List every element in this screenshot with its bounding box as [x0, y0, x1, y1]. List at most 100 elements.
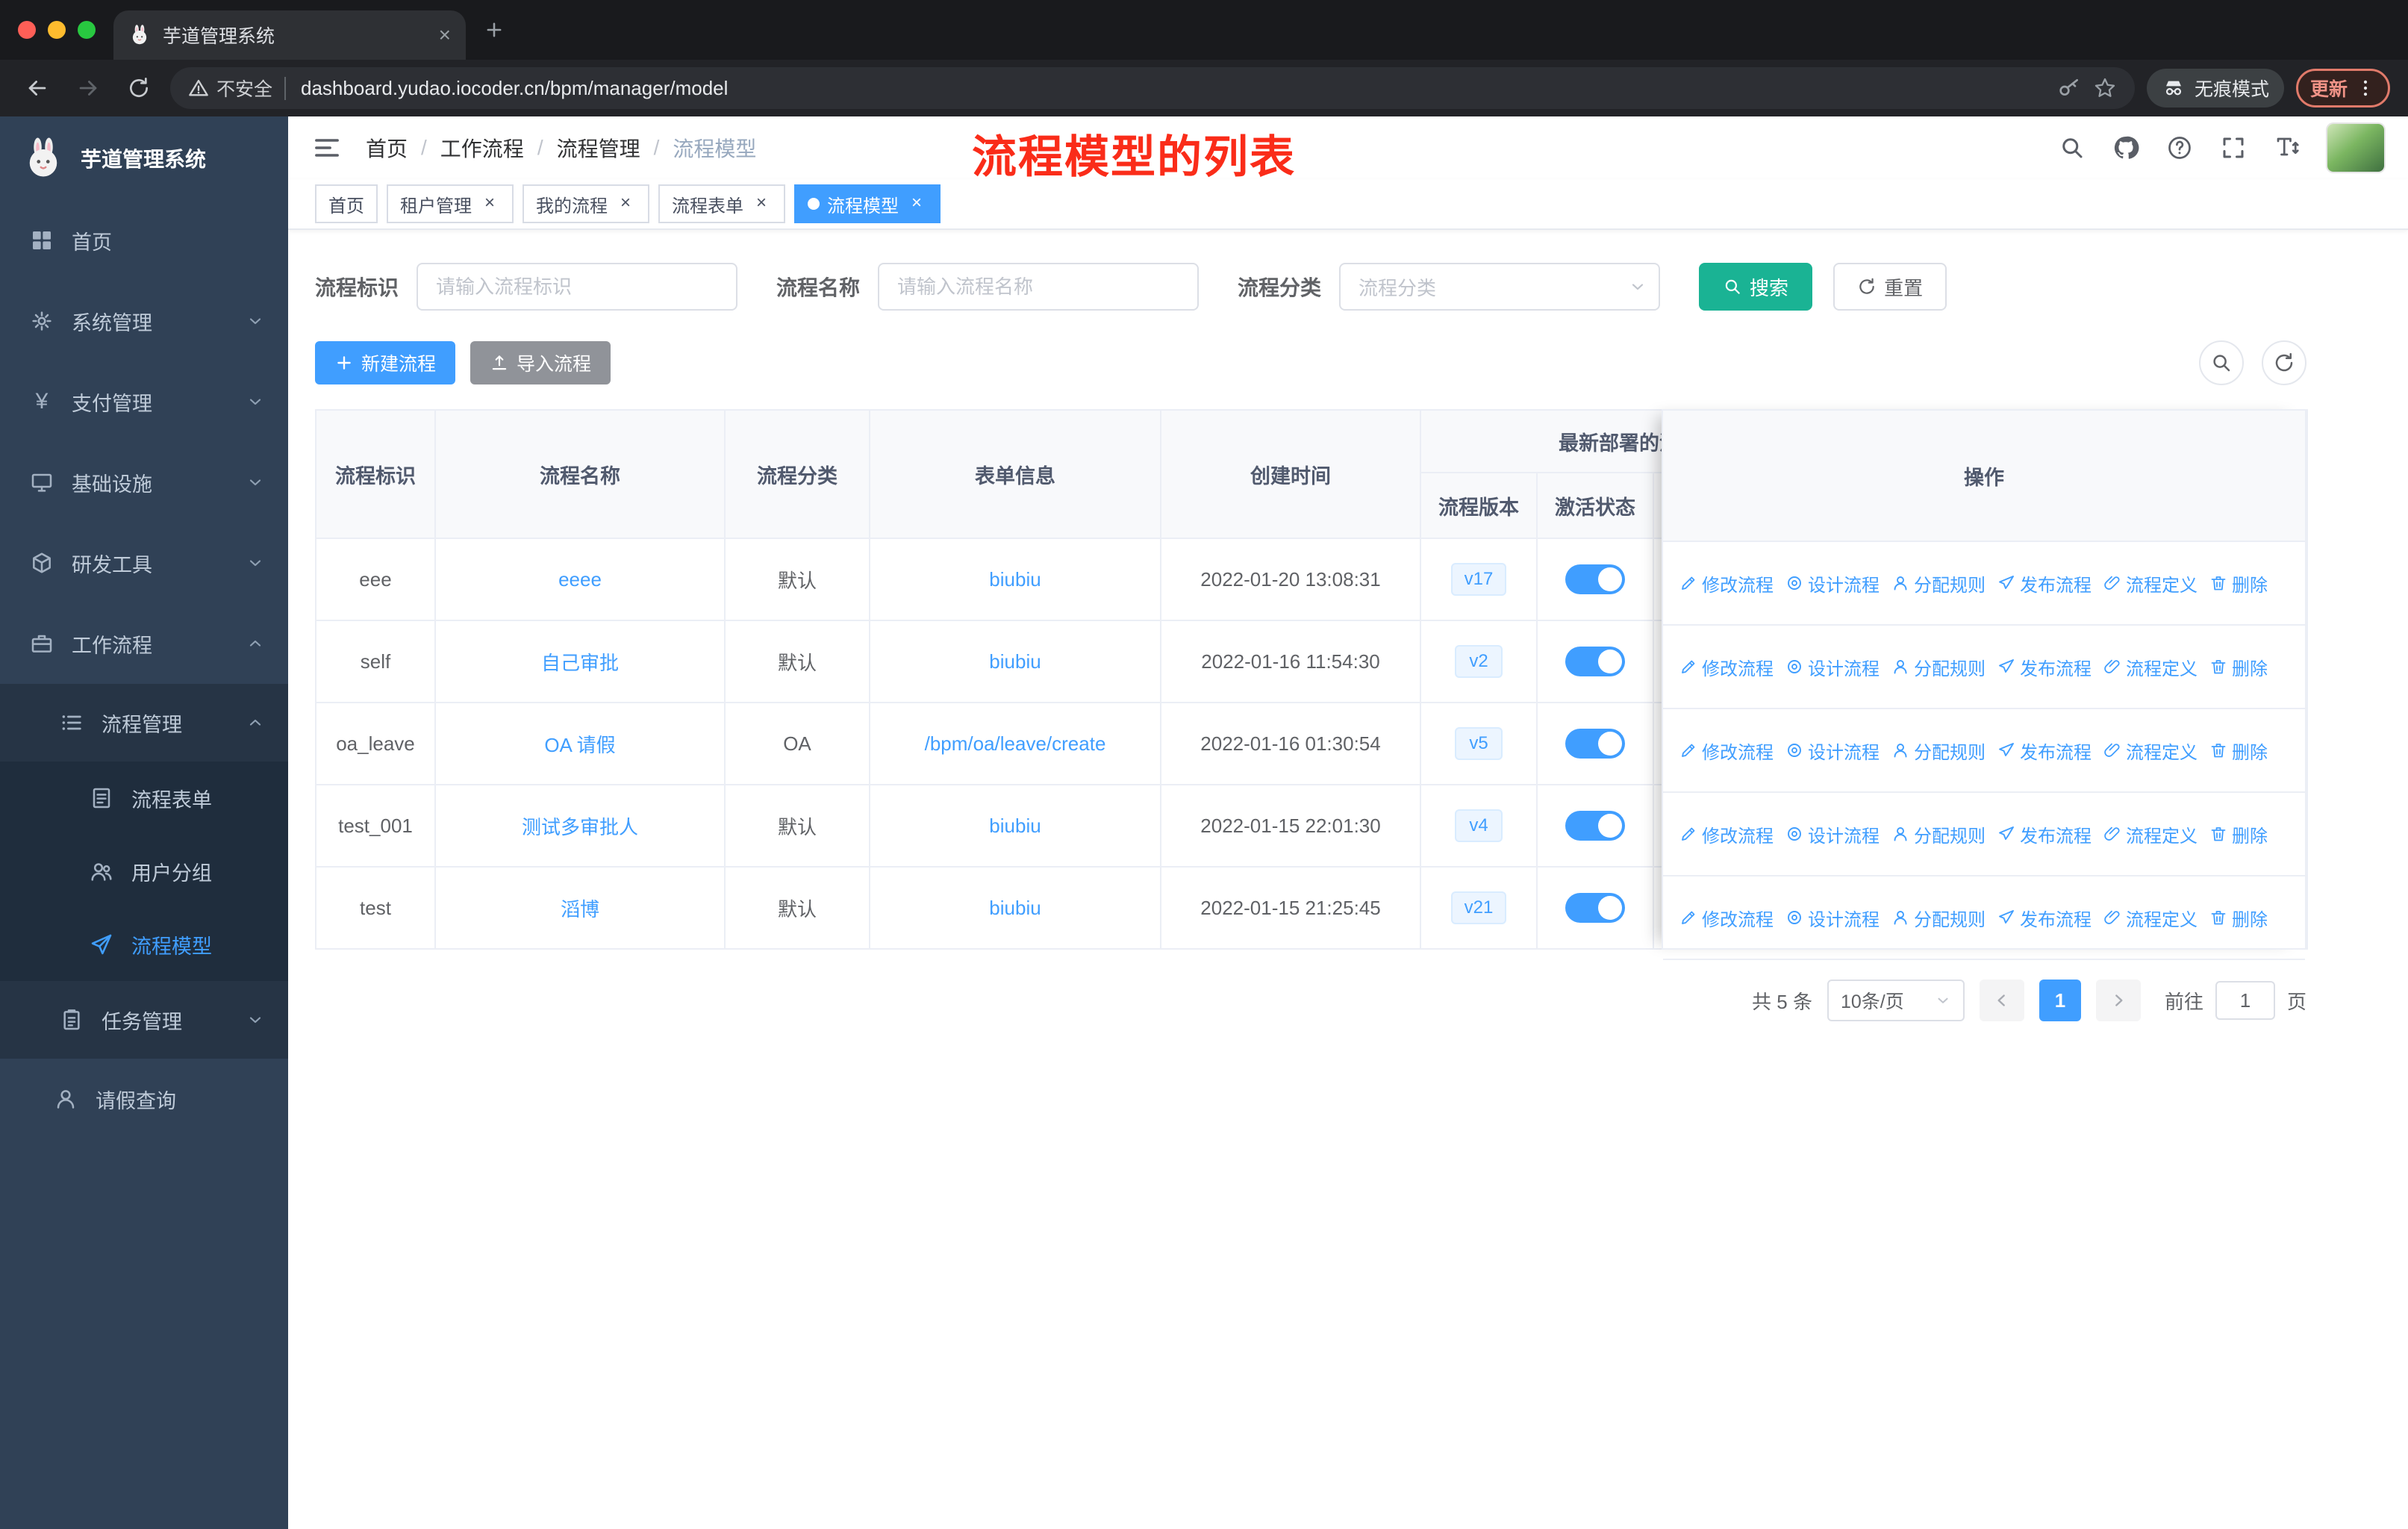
close-icon[interactable]: × [479, 193, 500, 214]
font-size-icon[interactable] [2274, 134, 2301, 161]
user-avatar[interactable] [2327, 124, 2384, 172]
sidebar-item-user-group[interactable]: 用户分组 [0, 835, 288, 908]
edit-process-link[interactable]: 修改流程 [1679, 905, 1774, 931]
new-tab-button[interactable] [484, 19, 505, 40]
design-process-link[interactable]: 设计流程 [1785, 821, 1880, 847]
edit-process-link[interactable]: 修改流程 [1679, 738, 1774, 764]
delete-link[interactable]: 删除 [2209, 570, 2268, 597]
prev-page-button[interactable] [1979, 980, 2024, 1021]
next-page-button[interactable] [2095, 980, 2141, 1021]
import-process-button[interactable]: 导入流程 [470, 341, 611, 384]
process-name-input[interactable] [878, 263, 1200, 311]
close-icon[interactable]: × [615, 193, 636, 214]
close-icon[interactable]: × [751, 193, 772, 214]
tab-close-icon[interactable]: × [439, 25, 451, 46]
tag-process-form[interactable]: 流程表单 × [658, 184, 785, 223]
process-name-link[interactable]: OA 请假 [544, 734, 615, 756]
design-process-link[interactable]: 设计流程 [1785, 738, 1880, 764]
process-definition-link[interactable]: 流程定义 [2103, 905, 2198, 931]
process-definition-link[interactable]: 流程定义 [2103, 570, 2198, 597]
sidebar-item-task-management[interactable]: 任务管理 [0, 981, 288, 1059]
sidebar-item-process-model[interactable]: 流程模型 [0, 908, 288, 981]
sidebar-item-process-form[interactable]: 流程表单 [0, 762, 288, 835]
sidebar-item-leave-query[interactable]: 请假查询 [0, 1059, 288, 1139]
edit-process-link[interactable]: 修改流程 [1679, 570, 1774, 597]
breadcrumb-home[interactable]: 首页 [366, 133, 408, 163]
process-name-link[interactable]: 测试多审批人 [522, 816, 638, 838]
url-text[interactable]: dashboard.yudao.iocoder.cn/bpm/manager/m… [284, 76, 728, 100]
form-info-link[interactable]: /bpm/oa/leave/create [925, 732, 1106, 755]
form-info-link[interactable]: biubiu [989, 568, 1041, 591]
github-icon[interactable] [2112, 134, 2139, 161]
address-bar[interactable]: 不安全 dashboard.yudao.iocoder.cn/bpm/manag… [170, 67, 2135, 109]
tag-tenant[interactable]: 租户管理 × [387, 184, 514, 223]
sidebar-item-system[interactable]: 系统管理 [0, 281, 288, 361]
reset-button[interactable]: 重置 [1833, 263, 1947, 311]
sidebar-collapse-icon[interactable] [312, 133, 342, 163]
process-name-link[interactable]: 滔博 [561, 898, 599, 921]
browser-back-button[interactable] [18, 69, 57, 108]
delete-link[interactable]: 删除 [2209, 821, 2268, 847]
window-minimize-button[interactable] [48, 21, 66, 39]
password-key-icon[interactable] [2057, 76, 2081, 100]
form-info-link[interactable]: biubiu [989, 815, 1041, 837]
goto-page-input[interactable] [2215, 981, 2275, 1020]
design-process-link[interactable]: 设计流程 [1785, 905, 1880, 931]
page-size-select[interactable]: 10条/页 [1827, 980, 1965, 1021]
tag-my-process[interactable]: 我的流程 × [523, 184, 649, 223]
active-toggle[interactable] [1565, 729, 1625, 759]
assign-rules-link[interactable]: 分配规则 [1891, 905, 1986, 931]
assign-rules-link[interactable]: 分配规则 [1891, 570, 1986, 597]
window-zoom-button[interactable] [78, 21, 96, 39]
assign-rules-link[interactable]: 分配规则 [1891, 654, 1986, 680]
sidebar-item-payment[interactable]: ¥ 支付管理 [0, 361, 288, 442]
fullscreen-icon[interactable] [2220, 134, 2247, 161]
security-indicator[interactable]: 不安全 [188, 75, 272, 102]
design-process-link[interactable]: 设计流程 [1785, 654, 1880, 680]
publish-process-link[interactable]: 发布流程 [1997, 738, 2092, 764]
process-name-link[interactable]: eeee [558, 568, 602, 591]
tag-home[interactable]: 首页 [315, 184, 378, 223]
sidebar-item-infrastructure[interactable]: 基础设施 [0, 442, 288, 523]
category-select[interactable]: 流程分类 [1339, 263, 1661, 311]
browser-tab[interactable]: 芋道管理系统 × [113, 10, 466, 60]
active-toggle[interactable] [1565, 893, 1625, 923]
search-icon[interactable] [2059, 134, 2086, 161]
browser-menu-dots-icon[interactable] [2355, 78, 2376, 99]
page-number-1[interactable]: 1 [2039, 980, 2081, 1021]
process-definition-link[interactable]: 流程定义 [2103, 654, 2198, 680]
browser-reload-button[interactable] [119, 69, 158, 108]
chrome-update-button[interactable]: 更新 [2295, 69, 2390, 108]
browser-forward-button[interactable] [69, 69, 107, 108]
process-definition-link[interactable]: 流程定义 [2103, 738, 2198, 764]
active-toggle[interactable] [1565, 564, 1625, 594]
delete-link[interactable]: 删除 [2209, 654, 2268, 680]
sidebar-item-workflow[interactable]: 工作流程 [0, 603, 288, 684]
close-icon[interactable]: × [906, 193, 927, 214]
delete-link[interactable]: 删除 [2209, 738, 2268, 764]
breadcrumb-workflow[interactable]: 工作流程 [440, 133, 524, 163]
process-name-link[interactable]: 自己审批 [541, 652, 619, 674]
sidebar-item-process-management[interactable]: 流程管理 [0, 684, 288, 762]
refresh-table-button[interactable] [2262, 340, 2306, 385]
sidebar-item-devtools[interactable]: 研发工具 [0, 523, 288, 603]
sidebar-item-home[interactable]: 首页 [0, 200, 288, 281]
window-close-button[interactable] [18, 21, 36, 39]
search-button[interactable]: 搜索 [1699, 263, 1813, 311]
publish-process-link[interactable]: 发布流程 [1997, 905, 2092, 931]
design-process-link[interactable]: 设计流程 [1785, 570, 1880, 597]
assign-rules-link[interactable]: 分配规则 [1891, 821, 1986, 847]
form-info-link[interactable]: biubiu [989, 897, 1041, 919]
delete-link[interactable]: 删除 [2209, 905, 2268, 931]
assign-rules-link[interactable]: 分配规则 [1891, 738, 1986, 764]
tag-process-model[interactable]: 流程模型 × [794, 184, 941, 223]
edit-process-link[interactable]: 修改流程 [1679, 654, 1774, 680]
bookmark-star-icon[interactable] [2093, 76, 2117, 100]
active-toggle[interactable] [1565, 647, 1625, 676]
create-process-button[interactable]: 新建流程 [315, 341, 456, 384]
breadcrumb-process-management[interactable]: 流程管理 [557, 133, 640, 163]
edit-process-link[interactable]: 修改流程 [1679, 821, 1774, 847]
toggle-search-button[interactable] [2199, 340, 2244, 385]
publish-process-link[interactable]: 发布流程 [1997, 821, 2092, 847]
active-toggle[interactable] [1565, 811, 1625, 841]
